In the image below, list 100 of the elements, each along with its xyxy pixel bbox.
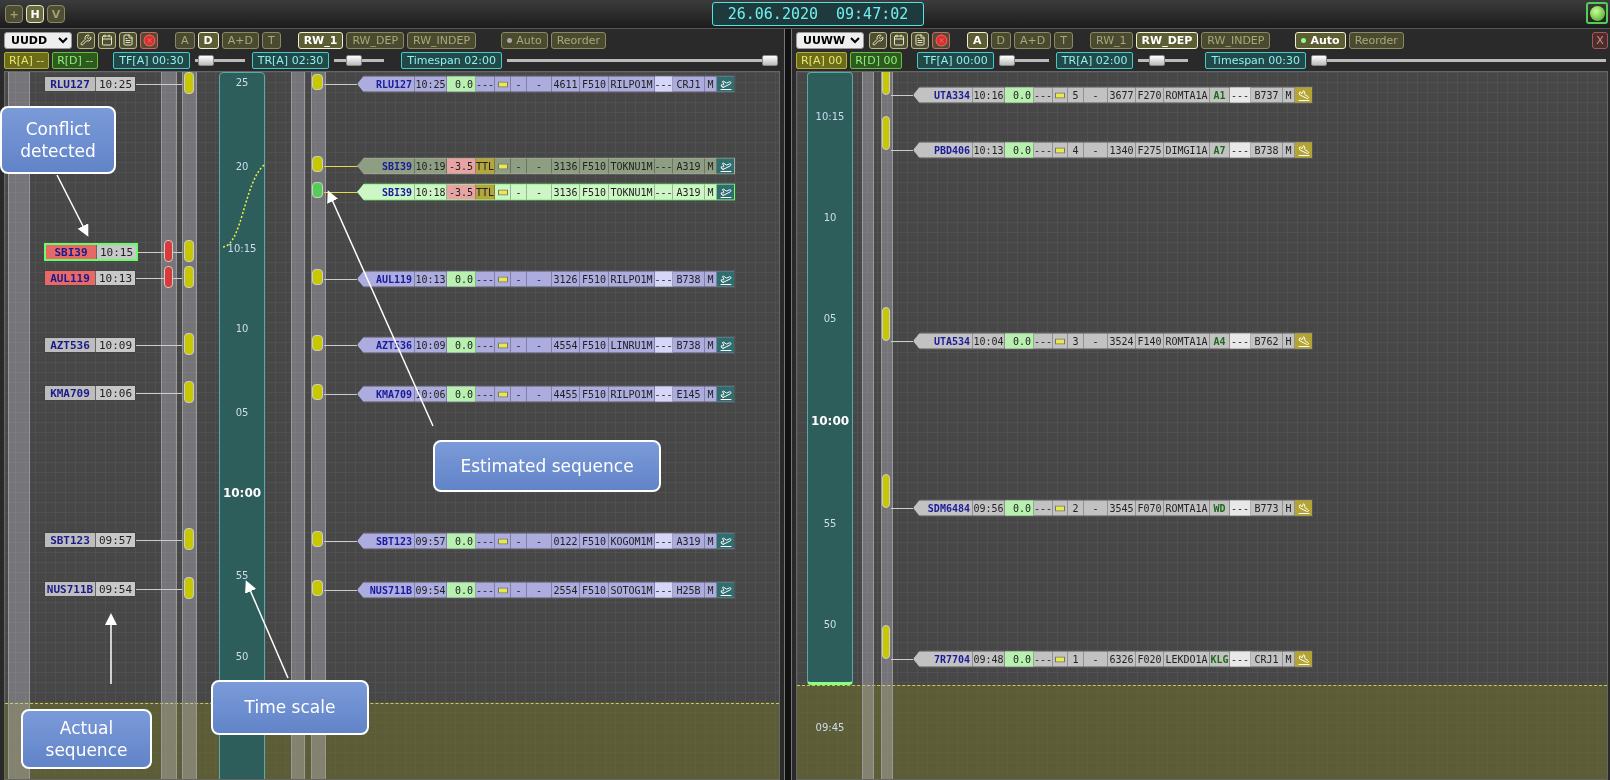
runway-button[interactable]: RW_1 — [297, 31, 344, 49]
strip-field: - — [527, 337, 552, 353]
calendar-icon[interactable] — [98, 31, 116, 49]
dash-mark-icon — [1055, 92, 1065, 98]
strip-callsign: AZT536 — [365, 337, 415, 353]
flight-strip[interactable]: KMA709 10:06 0.0 --- - - 4455 F510 RILPO1M --- E145 M — [357, 385, 735, 403]
strip-field: - — [1084, 87, 1108, 103]
sequence-marker — [882, 307, 890, 341]
dash-mark-icon — [497, 81, 508, 87]
strip-delta: -3.5 — [447, 184, 476, 200]
calendar-icon[interactable] — [890, 31, 908, 49]
runway-button[interactable]: RW_INDEP — [1201, 31, 1271, 49]
sequence-label[interactable]: AZT536 10:09 — [44, 337, 137, 353]
sequence-label[interactable]: AUL119 10:13 — [44, 270, 137, 286]
flight-strip[interactable]: AUL119 10:13 0.0 --- - - 3126 F510 RILPO1M --- B738 M — [357, 270, 735, 288]
flight-strip[interactable]: SBT123 09:57 0.0 --- - - 0122 F510 KOGOM1M --- A319 M — [357, 532, 735, 550]
strip-aircraft-type: B738 — [673, 337, 705, 353]
slider-thumb[interactable] — [1148, 54, 1165, 66]
strip-aircraft-type: B738 — [1251, 142, 1283, 158]
reorder-button[interactable]: Reorder — [1348, 31, 1404, 49]
strip-field: --- — [476, 582, 495, 598]
flight-strip[interactable]: 7R7704 09:48 0.0 --- 1 - 6326 F020 LEKDO1A KLG --- CRJ1 M — [913, 650, 1313, 668]
tools-icon[interactable] — [77, 31, 95, 49]
slider-thumb[interactable] — [762, 54, 778, 66]
sequence-marker — [882, 474, 890, 508]
close-icon[interactable] — [932, 31, 950, 49]
strip-delta: 0.0 — [447, 386, 476, 402]
strip-squawk: 0122 — [552, 533, 580, 549]
strip-aircraft-type: A319 — [673, 158, 705, 174]
sequence-marker — [184, 528, 194, 550]
runway-button[interactable]: RW_DEP — [346, 31, 405, 49]
flight-strip[interactable]: UTA534 10:04 0.0 --- 3 - 3524 F140 ROMTA1A A4 --- B762 H — [913, 332, 1313, 350]
runway-button[interactable]: RW_DEP — [1135, 31, 1199, 49]
sequence-label[interactable]: NUS711B 09:54 — [44, 581, 137, 597]
slider-thumb[interactable] — [198, 54, 215, 66]
sequence-marker — [312, 156, 323, 172]
mode-button[interactable]: T — [261, 31, 281, 49]
view-button[interactable]: H — [26, 5, 44, 23]
strip-level: F510 — [580, 271, 609, 287]
flight-strip[interactable]: SBI39 10:19 -3.5 TTL - - 3136 F510 TOKNU1M --- A319 M — [357, 157, 735, 175]
sequence-callsign: SBI39 — [46, 245, 96, 259]
slider-thumb[interactable] — [1311, 54, 1328, 66]
time-scale-label: 50 — [234, 650, 250, 662]
strip-squawk: 4455 — [552, 386, 580, 402]
strip-field: --- — [1034, 333, 1053, 349]
plane-landing-icon — [1297, 653, 1310, 665]
strip-order: 3 — [1068, 333, 1084, 349]
dash-mark-icon — [1055, 505, 1065, 511]
reorder-button[interactable]: Reorder — [550, 31, 606, 49]
slider-thumb[interactable] — [998, 54, 1015, 66]
strip-order: - — [511, 582, 527, 598]
time-scale-label: 55 — [822, 517, 838, 529]
mode-button[interactable]: T — [1054, 31, 1073, 49]
runway-button[interactable]: RW_INDEP — [407, 31, 477, 49]
mode-button[interactable]: A+D — [221, 31, 259, 49]
sequence-label[interactable]: SBI39 10:15 — [44, 243, 139, 261]
dash-mark-icon — [497, 342, 508, 348]
strip-field: - — [1084, 142, 1108, 158]
slider-thumb[interactable] — [346, 54, 363, 66]
plane-takeoff-icon — [719, 160, 732, 172]
strip-order: - — [511, 184, 527, 200]
callout-arrow — [56, 174, 89, 237]
dash-mark-icon — [497, 163, 508, 169]
document-icon[interactable] — [119, 31, 137, 49]
flight-strip[interactable]: UTA334 10:16 0.0 --- 5 - 3677 F270 ROMTA1A A1 --- B737 M — [913, 86, 1313, 104]
flight-strip[interactable]: AZT536 10:09 0.0 --- - - 4554 F510 LINRU1M --- B738 M — [357, 336, 735, 354]
airport-select[interactable]: UUDD — [4, 31, 72, 49]
flight-strip[interactable]: PBD406 10:13 0.0 --- 4 - 1340 F275 DIMGI1A A7 --- B738 M — [913, 141, 1313, 159]
auto-button[interactable]: Auto — [1295, 31, 1346, 49]
close-button[interactable]: X — [1592, 31, 1608, 49]
annotation-callout: Estimated sequence — [433, 440, 661, 492]
sequence-label[interactable]: RLU127 10:25 — [44, 76, 137, 92]
panel-splitter[interactable] — [784, 29, 792, 780]
flight-strip[interactable]: SBI39 10:18 -3.5 TTL - - 3136 F510 TOKNU1M --- A319 M — [357, 183, 735, 201]
tools-icon[interactable] — [869, 31, 887, 49]
mode-button[interactable]: A+D — [1014, 31, 1052, 49]
flight-strip[interactable]: NUS711B 09:54 0.0 --- - - 2554 F510 SOTOG1M --- H25B M — [357, 581, 735, 599]
mode-button[interactable]: A — [175, 31, 195, 49]
strip-squawk: 3677 — [1108, 87, 1136, 103]
strip-field: --- — [655, 533, 673, 549]
runway-button[interactable]: RW_1 — [1089, 31, 1133, 49]
strip-route: TOKNU1M — [609, 158, 655, 174]
strip-squawk: 3126 — [552, 271, 580, 287]
time-scale-label: 10 — [234, 322, 250, 334]
strip-field: - — [527, 386, 552, 402]
close-icon[interactable] — [140, 31, 158, 49]
plane-takeoff-icon — [719, 339, 732, 351]
flight-strip[interactable]: RLU127 10:25 0.0 --- - - 4611 F510 RILPO1M --- CRJ1 M — [357, 75, 735, 93]
sequence-label[interactable]: SBT123 09:57 — [44, 532, 137, 548]
mode-button[interactable]: D — [197, 31, 219, 49]
strip-callsign: UTA334 — [921, 87, 973, 103]
airport-select[interactable]: UUWW — [796, 31, 864, 49]
mode-button[interactable]: D — [990, 31, 1011, 49]
sequence-label[interactable]: KMA709 10:06 — [44, 385, 137, 401]
strip-route: ROMTA1A — [1164, 333, 1210, 349]
auto-button[interactable]: Auto — [501, 31, 548, 49]
strip-order: - — [511, 271, 527, 287]
document-icon[interactable] — [911, 31, 929, 49]
mode-button[interactable]: A — [967, 31, 988, 49]
flight-strip[interactable]: SDM6484 09:56 0.0 --- 2 - 3545 F070 ROMTA1A WD --- B773 H — [913, 499, 1313, 517]
